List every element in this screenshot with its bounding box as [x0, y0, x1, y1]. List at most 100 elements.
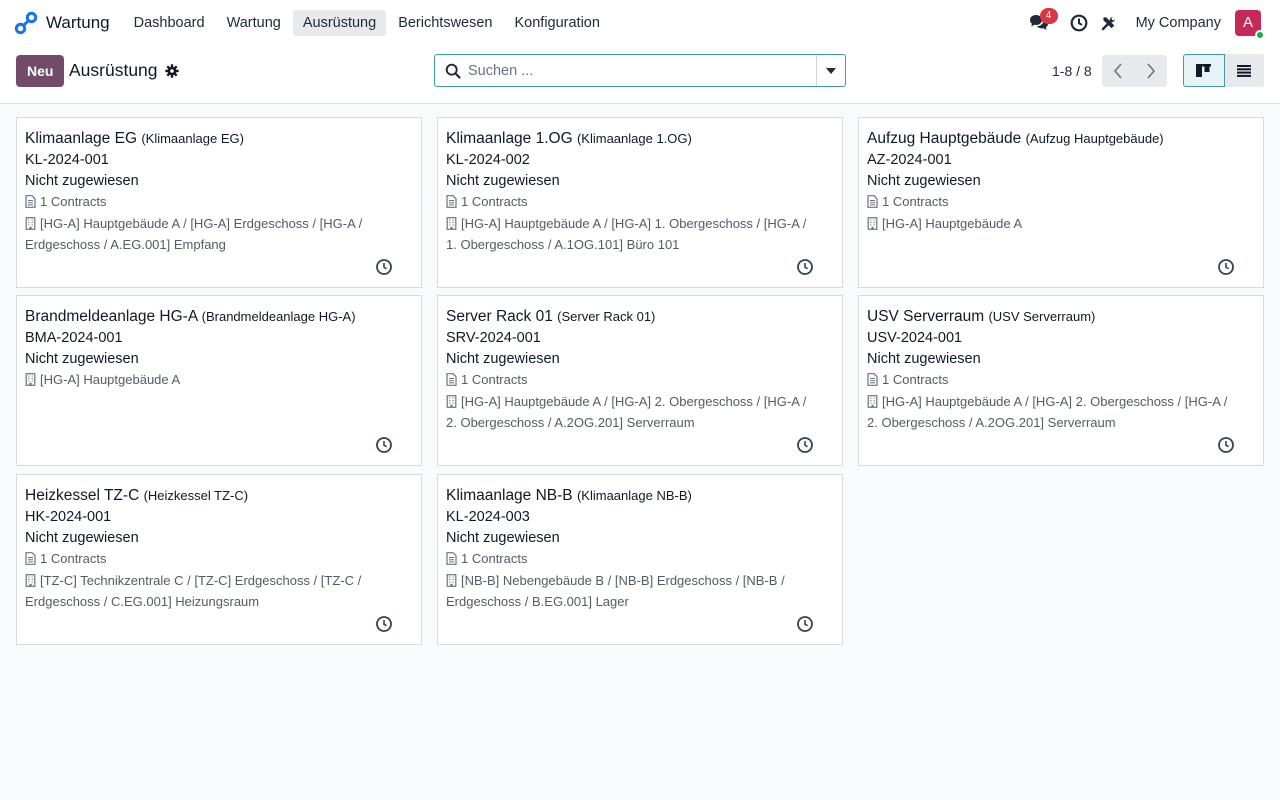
location-line-2: 2. Obergeschoss / A.2OG.201] Serverraum	[867, 415, 1116, 430]
location-line-2: Erdgeschoss / A.EG.001] Empfang	[25, 237, 226, 252]
activity-clock-icon[interactable]	[375, 615, 393, 633]
activity-clock-icon[interactable]	[796, 615, 814, 633]
equipment-card[interactable]: Brandmeldeanlage HG-A (Brandmeldeanlage …	[16, 295, 422, 466]
card-title: Klimaanlage EG (Klimaanlage EG)	[25, 128, 413, 150]
equipment-assignee: Nicht zugewiesen	[446, 351, 560, 367]
equipment-card[interactable]: USV Serverraum (USV Serverraum) USV-2024-…	[858, 295, 1264, 466]
equipment-code: KL-2024-002	[446, 152, 530, 168]
equipment-name: Brandmeldeanlage HG-A	[25, 308, 198, 325]
activity-clock-icon[interactable]	[796, 258, 814, 276]
equipment-display-name: (Brandmeldeanlage HG-A)	[201, 309, 356, 324]
building-icon	[25, 372, 36, 392]
equipment-location: [HG-A] Hauptgebäude A / [HG-A] 2. Oberge…	[867, 392, 1255, 414]
pager-previous-button[interactable]	[1102, 55, 1135, 87]
equipment-card[interactable]: Klimaanlage NB-B (Klimaanlage NB-B) KL-20…	[437, 474, 843, 645]
search-input[interactable]	[468, 62, 816, 79]
list-icon	[1237, 64, 1252, 77]
activities-button[interactable]	[1064, 8, 1094, 38]
equipment-code: BMA-2024-001	[25, 330, 123, 346]
location-line-1: [HG-A] Hauptgebäude A / [HG-A] 2. Oberge…	[461, 393, 807, 409]
equipment-card[interactable]: Aufzug Hauptgebäude (Aufzug Hauptgebäude…	[858, 117, 1264, 288]
equipment-location: [NB-B] Nebengebäude B / [NB-B] Erdgescho…	[446, 571, 834, 593]
equipment-name: Heizkessel TZ-C	[25, 487, 140, 504]
equipment-card[interactable]: Klimaanlage EG (Klimaanlage EG) KL-2024-0…	[16, 117, 422, 288]
equipment-code: SRV-2024-001	[446, 330, 541, 346]
card-title: Brandmeldeanlage HG-A (Brandmeldeanlage …	[25, 306, 413, 328]
equipment-display-name: (Klimaanlage EG)	[141, 131, 244, 146]
location-line-2: Erdgeschoss / B.EG.001] Lager	[446, 594, 629, 609]
equipment-display-name: (Heizkessel TZ-C)	[143, 488, 249, 503]
equipment-name: Klimaanlage 1.OG	[446, 130, 573, 147]
activity-clock-icon[interactable]	[375, 436, 393, 454]
activity-clock-icon[interactable]	[1217, 258, 1235, 276]
kanban-view-button[interactable]	[1183, 54, 1225, 87]
new-button[interactable]: Neu	[16, 55, 65, 87]
pager-value[interactable]: 1-8 / 8	[1052, 63, 1092, 79]
control-panel: Neu Ausrüstung Suchen ... 1-8 / 8	[0, 46, 1280, 104]
location-line-2: 1. Obergeschoss / A.1OG.101] Büro 101	[446, 237, 680, 252]
document-icon	[446, 194, 457, 214]
card-title: USV Serverraum (USV Serverraum)	[867, 306, 1255, 328]
equipment-display-name: (Klimaanlage 1.OG)	[576, 131, 692, 146]
gear-icon[interactable]	[164, 63, 179, 78]
search-options-toggle[interactable]	[816, 55, 845, 86]
equipment-name: Server Rack 01	[446, 308, 553, 325]
contracts-label: 1 Contracts	[40, 194, 107, 209]
document-icon	[446, 372, 457, 392]
equipment-card[interactable]: Klimaanlage 1.OG (Klimaanlage 1.OG) KL-20…	[437, 117, 843, 288]
contracts-count: 1 Contracts	[867, 370, 1255, 392]
equipment-location: [HG-A] Hauptgebäude A / [HG-A] Erdgescho…	[25, 214, 413, 236]
equipment-assignee: Nicht zugewiesen	[446, 173, 560, 189]
caret-down-icon	[826, 67, 836, 74]
equipment-display-name: (Klimaanlage NB-B)	[576, 488, 692, 503]
tools-button[interactable]	[1094, 8, 1124, 38]
document-icon	[867, 194, 878, 214]
company-switcher[interactable]: My Company	[1136, 15, 1221, 31]
list-view-button[interactable]	[1224, 54, 1264, 87]
building-icon	[446, 394, 457, 414]
page-title: Ausrüstung	[69, 60, 158, 80]
menu-item-dashboard[interactable]: Dashboard	[124, 10, 215, 36]
equipment-location: [HG-A] Hauptgebäude A / [HG-A] 2. Oberge…	[446, 392, 834, 414]
activity-clock-icon[interactable]	[796, 436, 814, 454]
document-icon	[446, 551, 457, 571]
messaging-button[interactable]: 4	[1024, 7, 1058, 38]
building-icon	[25, 216, 36, 236]
document-icon	[25, 194, 36, 214]
activity-clock-icon[interactable]	[1217, 436, 1235, 454]
equipment-code: AZ-2024-001	[867, 152, 952, 168]
equipment-name: Klimaanlage EG	[25, 130, 138, 147]
equipment-assignee: Nicht zugewiesen	[25, 530, 139, 546]
location-line-1: [TZ-C] Technikzentrale C / [TZ-C] Erdges…	[40, 572, 362, 588]
equipment-code: KL-2024-003	[446, 509, 530, 525]
location-line-1: [HG-A] Hauptgebäude A	[882, 215, 1023, 231]
pager-next-button[interactable]	[1135, 55, 1168, 87]
equipment-location: [HG-A] Hauptgebäude A	[867, 214, 1255, 236]
activity-clock-icon[interactable]	[375, 258, 393, 276]
app-name: Wartung	[46, 12, 110, 32]
contracts-count: 1 Contracts	[446, 370, 834, 392]
equipment-card[interactable]: Heizkessel TZ-C (Heizkessel TZ-C) HK-2024…	[16, 474, 422, 645]
pager-buttons	[1102, 55, 1167, 87]
document-icon	[25, 551, 36, 571]
messages-count-badge: 4	[1039, 7, 1058, 24]
systray: 4 My Company A	[1024, 7, 1265, 40]
equipment-card[interactable]: Server Rack 01 (Server Rack 01) SRV-2024-…	[437, 295, 843, 466]
search-bar	[434, 54, 846, 87]
menu-item-ausruestung[interactable]: Ausrüstung	[292, 9, 387, 36]
menu-item-berichtswesen[interactable]: Berichtswesen	[388, 10, 502, 36]
user-avatar[interactable]: A	[1235, 9, 1265, 40]
online-status-icon	[1255, 29, 1265, 40]
contracts-label: 1 Contracts	[882, 372, 949, 387]
app-brand[interactable]: Wartung	[14, 11, 110, 35]
breadcrumb: Ausrüstung	[69, 60, 179, 81]
contracts-count: 1 Contracts	[25, 192, 413, 214]
contracts-count: 1 Contracts	[446, 549, 834, 571]
menu-item-konfiguration[interactable]: Konfiguration	[504, 10, 609, 36]
menu-item-wartung[interactable]: Wartung	[217, 10, 291, 36]
card-title: Server Rack 01 (Server Rack 01)	[446, 306, 834, 328]
contracts-label: 1 Contracts	[461, 194, 528, 209]
contracts-count: 1 Contracts	[867, 192, 1255, 214]
contracts-label: 1 Contracts	[461, 372, 528, 387]
building-icon	[446, 573, 457, 593]
